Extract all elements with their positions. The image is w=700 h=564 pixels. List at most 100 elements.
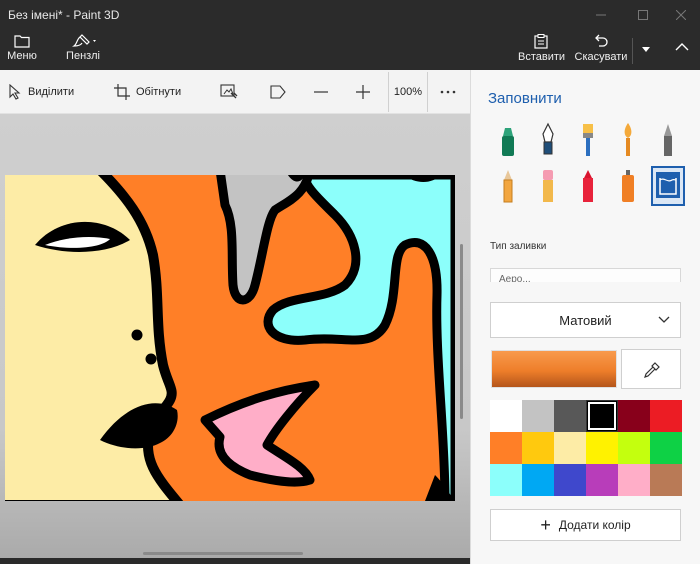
spray-can-icon xyxy=(622,170,634,202)
horizontal-scrollbar[interactable] xyxy=(143,552,303,555)
workspace xyxy=(0,114,470,564)
command-bar: Меню Пензлі Вставити Скасувати xyxy=(0,30,700,70)
artwork-image xyxy=(5,175,455,501)
color-swatch[interactable] xyxy=(586,432,618,464)
paste-button[interactable]: Вставити xyxy=(518,30,566,70)
color-swatch[interactable] xyxy=(586,464,618,496)
undo-button[interactable]: Скасувати xyxy=(574,30,628,70)
select-tool[interactable]: Виділити xyxy=(8,70,74,114)
drawing-canvas[interactable] xyxy=(5,175,455,501)
pencil-icon xyxy=(503,170,513,203)
eyedropper-button[interactable] xyxy=(621,349,681,389)
oil-brush-icon xyxy=(583,124,593,156)
zoom-out-button[interactable] xyxy=(314,70,334,114)
menu-label: Меню xyxy=(7,50,37,62)
spray-can-brush[interactable] xyxy=(611,166,645,206)
minus-icon xyxy=(314,91,328,93)
color-palette xyxy=(490,400,682,496)
eraser-brush[interactable] xyxy=(531,166,565,206)
material-value: Матовий xyxy=(559,312,612,328)
zoom-in-button[interactable] xyxy=(356,70,376,114)
material-dropdown[interactable]: Матовий xyxy=(490,302,681,338)
current-color-swatch[interactable] xyxy=(491,350,617,388)
calligraphy-pen-icon xyxy=(542,122,554,155)
view-3d-tool[interactable] xyxy=(270,70,292,114)
fill-brush[interactable] xyxy=(651,166,685,206)
color-swatch[interactable] xyxy=(618,432,650,464)
minimize-icon xyxy=(596,14,606,16)
more-options-button[interactable] xyxy=(440,70,462,114)
crop-label: Обітнути xyxy=(136,86,182,98)
crayon-brush[interactable] xyxy=(571,166,605,206)
watercolor-icon xyxy=(624,123,632,156)
toolbar: Виділити Обітнути 100% xyxy=(0,70,470,114)
add-color-button[interactable]: + Додати колір xyxy=(490,509,681,541)
taskbar-strip xyxy=(0,558,470,564)
close-icon xyxy=(676,10,686,20)
eyedropper-icon xyxy=(644,362,660,378)
eraser-icon xyxy=(543,170,553,202)
calligraphy-pen-brush[interactable] xyxy=(531,120,565,160)
fill-type-label: Тип заливки xyxy=(490,241,547,252)
folder-icon xyxy=(14,35,30,48)
color-swatch[interactable] xyxy=(490,464,522,496)
brush-icon xyxy=(72,34,96,47)
color-swatch[interactable] xyxy=(554,400,586,432)
marker-brush[interactable] xyxy=(491,120,525,160)
brushes-button[interactable]: Пензлі xyxy=(62,30,104,70)
fill-type-dropdown[interactable]: Аеро... xyxy=(490,268,681,282)
color-swatch[interactable] xyxy=(554,464,586,496)
flag-icon xyxy=(270,85,286,99)
vertical-scrollbar[interactable] xyxy=(460,244,463,419)
cursor-icon xyxy=(9,84,21,100)
crayon-icon xyxy=(583,170,593,202)
more-commands-button[interactable] xyxy=(636,30,656,70)
pixel-pen-icon xyxy=(664,124,672,156)
color-swatch[interactable] xyxy=(618,400,650,432)
crop-tool[interactable]: Обітнути xyxy=(114,70,181,114)
paste-icon xyxy=(534,34,548,49)
chevron-down-icon xyxy=(642,47,650,52)
color-swatch[interactable] xyxy=(522,432,554,464)
plus-icon xyxy=(356,85,370,99)
chevron-down-icon xyxy=(658,316,670,323)
crop-icon xyxy=(114,84,130,100)
minimize-button[interactable] xyxy=(578,0,624,30)
color-swatch[interactable] xyxy=(490,432,522,464)
color-swatch[interactable] xyxy=(650,432,682,464)
watercolor-brush[interactable] xyxy=(611,120,645,160)
plus-icon: + xyxy=(540,515,551,535)
chevron-up-icon xyxy=(675,43,689,51)
select-label: Виділити xyxy=(28,86,75,98)
magic-select-tool[interactable] xyxy=(220,70,244,114)
color-swatch[interactable] xyxy=(650,464,682,496)
color-swatch[interactable] xyxy=(522,400,554,432)
brushes-label: Пензлі xyxy=(66,50,100,62)
title-bar: Без імені* - Paint 3D xyxy=(0,0,700,30)
fill-panel: Заповнити Тип заливки Аеро... Матовий + … xyxy=(470,70,700,564)
close-button[interactable] xyxy=(662,0,700,30)
color-swatch[interactable] xyxy=(650,400,682,432)
undo-icon xyxy=(595,34,608,47)
paste-label: Вставити xyxy=(518,51,566,63)
maximize-button[interactable] xyxy=(620,0,666,30)
oil-brush[interactable] xyxy=(571,120,605,160)
pencil-brush[interactable] xyxy=(491,166,525,206)
marker-icon xyxy=(502,128,514,156)
pixel-pen-brush[interactable] xyxy=(651,120,685,160)
magic-select-icon xyxy=(220,84,238,99)
color-swatch[interactable] xyxy=(490,400,522,432)
add-color-label: Додати колір xyxy=(558,518,631,532)
fill-icon xyxy=(656,172,680,198)
panel-title: Заповнити xyxy=(488,90,562,107)
color-swatch[interactable] xyxy=(554,432,586,464)
color-swatch[interactable] xyxy=(618,464,650,496)
color-swatch[interactable] xyxy=(522,464,554,496)
command-separator xyxy=(632,38,633,64)
collapse-ribbon-button[interactable] xyxy=(664,30,700,70)
menu-button[interactable]: Меню xyxy=(2,30,42,70)
maximize-icon xyxy=(638,10,648,20)
window-title: Без імені* - Paint 3D xyxy=(8,8,120,22)
zoom-level[interactable]: 100% xyxy=(388,72,428,112)
color-swatch[interactable] xyxy=(586,400,618,432)
